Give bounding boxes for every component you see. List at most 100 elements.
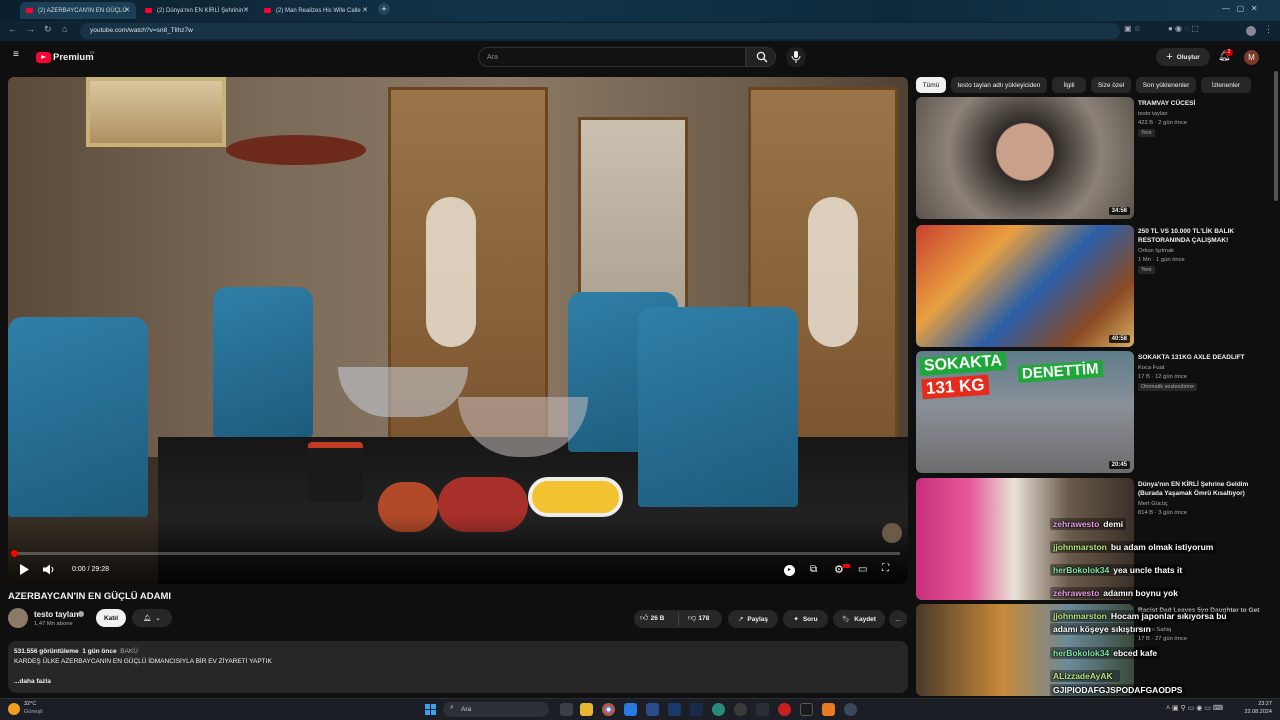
mail-icon[interactable] [624, 703, 637, 716]
more-actions-button[interactable]: ... [889, 610, 907, 628]
chip-all[interactable]: Tümü [916, 77, 946, 93]
subscribed-bell-button[interactable]: 🔔︎ ⌄ [132, 609, 172, 627]
app-icon[interactable] [756, 703, 769, 716]
autoplay-toggle[interactable]: ▸ [784, 565, 795, 576]
chat-message: jjohnmarston bu adam olmak istiyorum [1050, 541, 1217, 553]
subtitles-icon[interactable]: ⧉ [810, 564, 817, 575]
app-icon[interactable] [734, 703, 747, 716]
search-button[interactable] [746, 47, 776, 67]
chip-for-you[interactable]: Size özel [1091, 77, 1131, 93]
fullscreen-icon[interactable]: ⛶ [882, 563, 889, 574]
taskbar-search[interactable]: Ara [443, 702, 549, 717]
weather-temp[interactable]: 32°C [24, 701, 36, 707]
video-thumbnail[interactable]: 40:58 [916, 225, 1134, 347]
recommended-video[interactable]: 34:58 TRAMVAY CÜCESİ testo taylan 422 B … [916, 97, 1276, 219]
profile-avatar-icon[interactable] [1246, 26, 1256, 36]
vlc-icon[interactable] [822, 703, 835, 716]
like-button[interactable]: 👍︎ 26 B [640, 613, 664, 623]
user-avatar[interactable]: M [1244, 50, 1259, 65]
menu-icon[interactable]: ⋮ [1264, 24, 1273, 35]
dislike-count: 178 [698, 615, 710, 622]
back-icon[interactable]: ← [8, 24, 17, 34]
chip-recent[interactable]: Son yüklenenler [1136, 77, 1196, 93]
chat-message: adamı köşeye sıkıştırsın [1050, 623, 1154, 635]
hamburger-menu-icon[interactable]: ≡ [13, 50, 23, 60]
steam-icon[interactable] [690, 703, 703, 716]
channel-name[interactable]: testo taylan [34, 610, 78, 619]
obs-icon[interactable] [800, 703, 813, 716]
video-player[interactable] [8, 77, 908, 584]
chair [8, 317, 148, 517]
close-tab-icon[interactable]: ✕ [124, 6, 130, 14]
location-tag[interactable]: BAKÜ [120, 648, 138, 655]
recommended-video[interactable]: 40:58 250 TL VS 10.000 TL'LİK BALIK REST… [916, 225, 1276, 347]
chip-from-uploader[interactable]: testo taylan adlı yükleyiciden [951, 77, 1047, 93]
video-thumbnail[interactable]: 34:58 [916, 97, 1134, 219]
voice-search-button[interactable] [786, 47, 806, 67]
progress-scrubber-handle[interactable] [11, 550, 18, 557]
clock-time[interactable]: 23:27 [1244, 701, 1272, 707]
file-explorer-icon[interactable] [580, 703, 593, 716]
chat-text: adamın boynu yok [1103, 588, 1178, 598]
theater-mode-icon[interactable]: ▭ [858, 564, 867, 575]
vscode-icon[interactable] [668, 703, 681, 716]
progress-bar[interactable] [14, 552, 900, 555]
chip-watched[interactable]: İzlenenler [1201, 77, 1251, 93]
recommended-channel[interactable]: testo taylan [1138, 110, 1168, 119]
search-input[interactable]: Ara [478, 47, 746, 67]
chrome-icon[interactable] [602, 703, 615, 716]
url-field[interactable]: youtube.com/watch?v=sn8_Tllhz7w [80, 23, 1120, 39]
chat-username: herBokolok34 [1053, 648, 1110, 658]
recommended-channel[interactable]: Orkun Işıtmak [1138, 247, 1174, 256]
chat-text: demi [1103, 519, 1124, 529]
show-more-link[interactable]: ...daha fazla [14, 677, 902, 687]
browser-tab[interactable]: (2) Man Realizes His Wife Calle ✕ [258, 2, 374, 19]
reload-icon[interactable]: ↻ [44, 24, 52, 35]
window-controls[interactable]: — ▢ ✕ [1222, 4, 1258, 13]
edge-icon[interactable] [712, 703, 725, 716]
share-button[interactable]: ↗ Paylaş [728, 610, 778, 628]
recommended-channel[interactable]: Mert Gücüç [1138, 500, 1168, 509]
ask-button[interactable]: ✦ Soru [783, 610, 828, 628]
time-display: 0:00 / 29:28 [72, 566, 109, 573]
create-button[interactable]: + Oluştur [1156, 48, 1210, 66]
join-button[interactable]: Katıl [96, 609, 126, 627]
home-icon[interactable]: ⌂ [62, 24, 67, 34]
settings-icon[interactable] [844, 703, 857, 716]
volume-button[interactable] [43, 564, 55, 577]
close-tab-icon[interactable]: ✕ [362, 6, 368, 14]
channel-watermark-avatar[interactable] [882, 523, 902, 543]
play-button[interactable] [19, 564, 29, 577]
browser-tab[interactable]: (2) Dünya'nın EN KİRLİ Şehrinin ✕ [139, 2, 255, 19]
record-icon[interactable] [778, 703, 791, 716]
tab-label: (2) AZERBAYCAN'IN EN GÜÇLÜ [38, 7, 127, 14]
description-box[interactable]: 531.556 görüntüleme 1 gün önce BAKÜ KARD… [8, 641, 908, 693]
thumbs-down-icon: 👎︎ [688, 613, 697, 622]
forward-icon[interactable]: → [26, 24, 35, 34]
recommended-video[interactable]: SOKAKTA 131 KG DENETTİM 20:45 SOKAKTA 13… [916, 351, 1276, 473]
system-tray-icons[interactable]: ˄ ▣ ⚲ ▭ ◉ ▭ ⌨ [1166, 704, 1223, 712]
windows-start-icon[interactable] [425, 704, 436, 715]
extensions-icon[interactable]: ▣ ☆ [1124, 24, 1141, 33]
recommended-channel[interactable]: Koca Fuat [1138, 364, 1164, 373]
recommended-title: TRAMVAY CÜCESİ [1138, 100, 1196, 107]
youtube-premium-logo[interactable]: Premium [53, 52, 94, 63]
dislike-button[interactable]: 👎︎ 178 [688, 613, 709, 623]
new-tab-button[interactable]: + [378, 3, 390, 15]
microphone-icon [791, 51, 801, 63]
save-button[interactable]: 🔖︎ Kaydet [833, 610, 885, 628]
country-code: TR [89, 50, 95, 55]
page-scrollbar[interactable] [1272, 41, 1280, 698]
youtube-logo-icon[interactable] [36, 52, 51, 63]
description-meta: 531.556 görüntüleme 1 gün önce BAKÜ [14, 647, 902, 657]
weather-sun-icon[interactable] [8, 703, 20, 715]
task-view-icon[interactable] [560, 703, 573, 716]
browser-tab-active[interactable]: (2) AZERBAYCAN'IN EN GÜÇLÜ ✕ [20, 2, 136, 19]
chip-related[interactable]: İlgili [1052, 77, 1086, 93]
chat-message: herBokolok34 yea uncle thats it [1050, 564, 1186, 576]
profile-icons[interactable]: ● ◉ ◌ ⬚ [1168, 24, 1199, 33]
video-thumbnail[interactable]: SOKAKTA 131 KG DENETTİM 20:45 [916, 351, 1134, 473]
app-icon[interactable] [646, 703, 659, 716]
close-tab-icon[interactable]: ✕ [243, 6, 249, 14]
channel-avatar[interactable] [8, 608, 28, 628]
